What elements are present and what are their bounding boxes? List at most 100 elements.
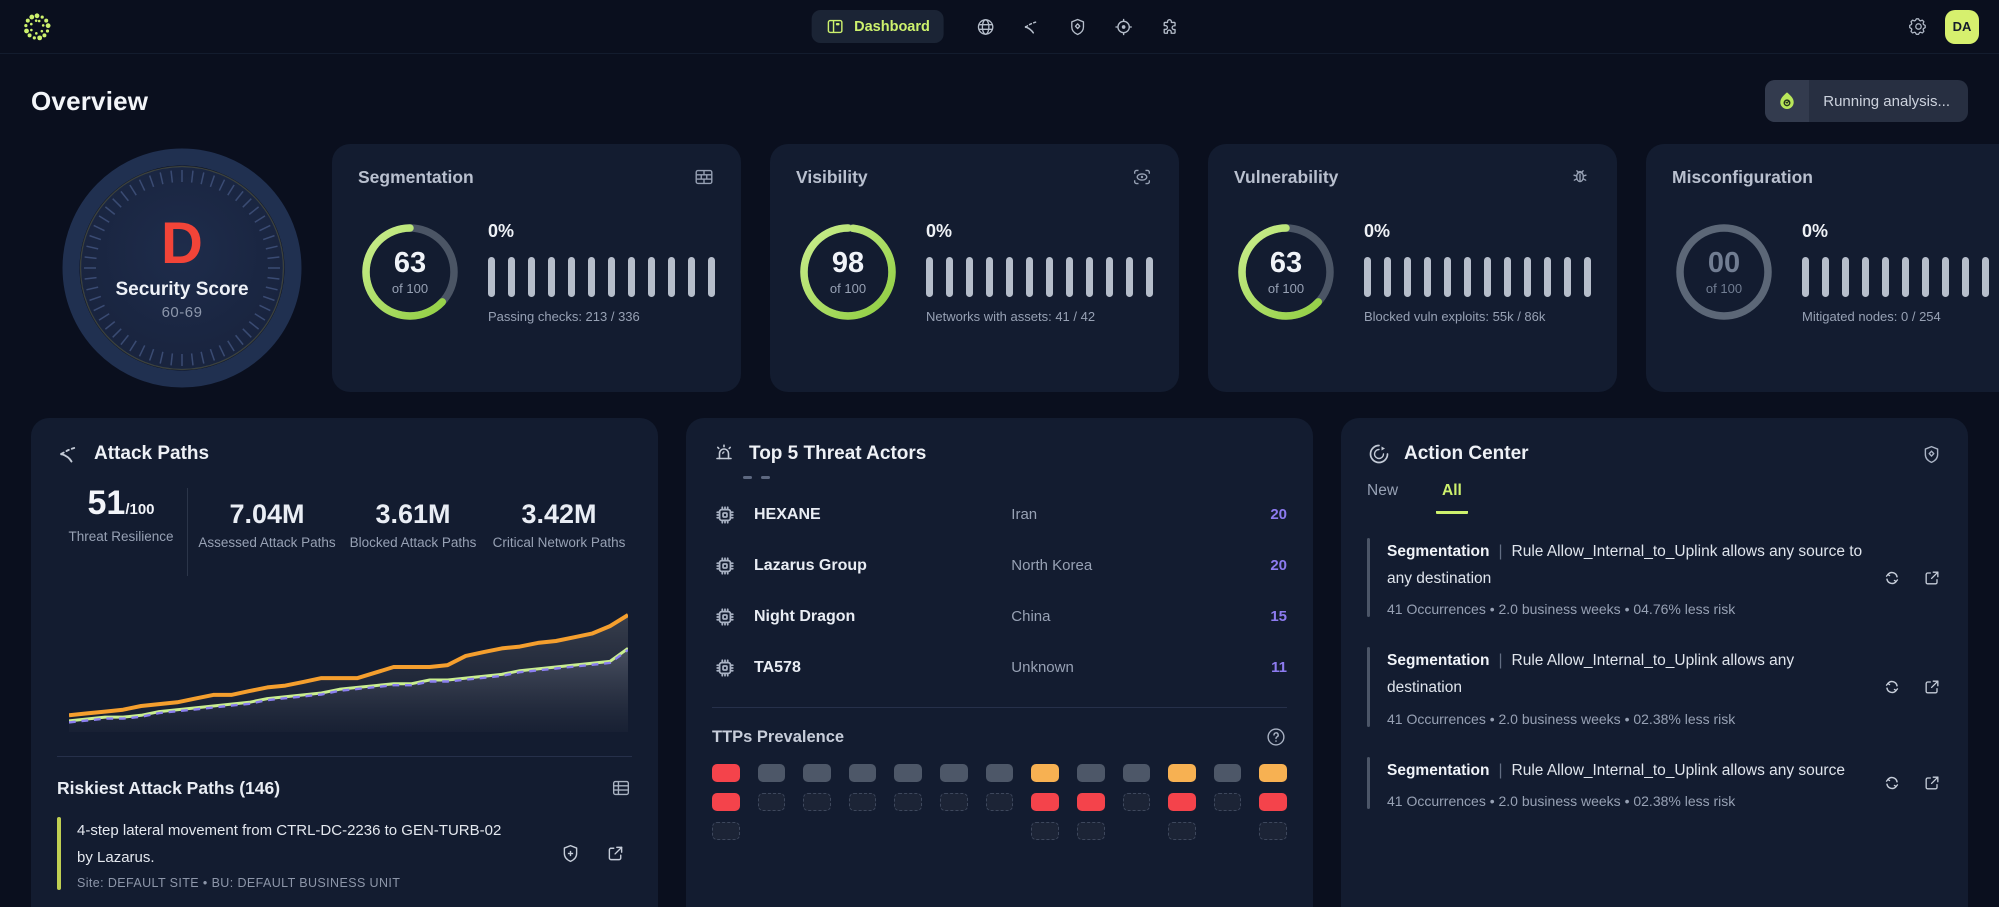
ttp-cell-dashed[interactable]: [758, 793, 786, 811]
action-item[interactable]: Segmentation|Rule Allow_Internal_to_Upli…: [1367, 757, 1942, 809]
sparkline-bar: [588, 257, 595, 297]
action-center-shield-button[interactable]: [1921, 444, 1942, 465]
target-nav-button[interactable]: [1106, 9, 1142, 45]
ttp-cell-orange[interactable]: [1168, 764, 1196, 782]
critical-paths-label: Critical Network Paths: [486, 533, 632, 553]
threat-actors-title: Top 5 Threat Actors: [749, 443, 926, 465]
ttp-cell-gray[interactable]: [1077, 764, 1105, 782]
remediate-button[interactable]: [1882, 773, 1902, 793]
user-avatar[interactable]: DA: [1945, 10, 1979, 44]
action-item-text: Rule Allow_Internal_to_Uplink allows any…: [1512, 762, 1845, 779]
ttp-cell-dashed[interactable]: [1259, 822, 1287, 840]
attack-paths-title: Attack Paths: [94, 443, 209, 465]
sparkline-bar: [1126, 257, 1133, 297]
assessed-paths-stat: 7.04M Assessed Attack Paths: [194, 486, 340, 553]
ttp-cell-gray[interactable]: [986, 764, 1014, 782]
ttp-cell-gray[interactable]: [1214, 764, 1242, 782]
action-center-panel: Action Center New All: [1341, 418, 1968, 907]
action-center-tab[interactable]: New: [1367, 482, 1398, 511]
threat-actor-row[interactable]: TA578 Unknown 11: [712, 642, 1287, 693]
ttp-cell-dashed[interactable]: [1214, 793, 1242, 811]
action-center-icon: [1367, 442, 1391, 466]
table-view-button[interactable]: [610, 777, 632, 799]
score-card[interactable]: Vulnerability: [1208, 144, 1617, 392]
attack-paths-trend-chart: [69, 602, 628, 732]
security-score-gauge[interactable]: D Security Score 60-69: [61, 144, 303, 392]
threat-actor-row[interactable]: Lazarus Group North Korea 20: [712, 540, 1287, 591]
sparkline-bar: [568, 257, 575, 297]
ttp-cell-dashed[interactable]: [940, 793, 968, 811]
action-item[interactable]: Segmentation|Rule Allow_Internal_to_Upli…: [1367, 647, 1942, 726]
ttps-help-button[interactable]: [1265, 726, 1287, 748]
ttp-cell-dashed[interactable]: [1077, 822, 1105, 840]
action-center-tabs: New All: [1367, 482, 1942, 514]
ttp-cell-gray[interactable]: [803, 764, 831, 782]
remediate-button[interactable]: [1882, 677, 1902, 697]
sync-icon: [1882, 568, 1902, 588]
action-item-category: Segmentation: [1387, 652, 1489, 669]
action-item[interactable]: Segmentation|Rule Allow_Internal_to_Upli…: [1367, 538, 1942, 617]
sparkline-bar: [1882, 257, 1889, 297]
ttp-cell-gray[interactable]: [849, 764, 877, 782]
ttp-cell-dashed[interactable]: [803, 793, 831, 811]
ttp-cell-dashed[interactable]: [1168, 822, 1196, 840]
ttp-cell-gray[interactable]: [940, 764, 968, 782]
score-denominator: of 100: [392, 281, 428, 296]
remediate-button[interactable]: [1882, 568, 1902, 588]
ttp-cell-gray[interactable]: [758, 764, 786, 782]
sparkline-bar: [1842, 257, 1849, 297]
shield-icon: [1921, 444, 1942, 465]
ttp-cell-red[interactable]: [1168, 793, 1196, 811]
ttp-cell-gray[interactable]: [894, 764, 922, 782]
riskiest-path-item[interactable]: 4-step lateral movement from CTRL-DC-223…: [57, 817, 632, 890]
nav-dashboard-button[interactable]: Dashboard: [811, 10, 944, 43]
open-action-item-button[interactable]: [1922, 773, 1942, 793]
sparkline-bar: [1802, 257, 1809, 297]
ttp-cell-red[interactable]: [712, 764, 740, 782]
app-logo-icon[interactable]: [20, 10, 54, 44]
attack-paths-stats: 51/100 Threat Resilience 7.04M Assessed …: [57, 486, 632, 576]
ttp-cell-dashed[interactable]: [712, 822, 740, 840]
score-card[interactable]: Visibility: [770, 144, 1179, 392]
ttp-cell-gray[interactable]: [1123, 764, 1151, 782]
sync-icon: [1882, 773, 1902, 793]
score-denominator: of 100: [830, 281, 866, 296]
sparkline-bar: [668, 257, 675, 297]
ttp-cell-orange[interactable]: [1259, 764, 1287, 782]
threat-actor-row[interactable]: Night Dragon China 15: [712, 591, 1287, 642]
threat-resilience-value: 51: [87, 484, 125, 522]
ttp-cell-red[interactable]: [712, 793, 740, 811]
ttp-cell-red[interactable]: [1077, 793, 1105, 811]
globe-nav-button[interactable]: [968, 9, 1004, 45]
ttp-cell-dashed[interactable]: [986, 793, 1014, 811]
attack-paths-nav-button[interactable]: [1014, 9, 1050, 45]
threat-actor-origin: Iran: [1011, 506, 1241, 523]
sparkline-bar: [1922, 257, 1929, 297]
action-center-tab[interactable]: All: [1436, 482, 1468, 514]
open-action-item-button[interactable]: [1922, 568, 1942, 588]
sparkline-bar: [1962, 257, 1969, 297]
score-card[interactable]: Misconfiguration: [1646, 144, 1999, 392]
open-action-item-button[interactable]: [1922, 677, 1942, 697]
shield-nav-button[interactable]: [1060, 9, 1096, 45]
sparkline-bar: [1524, 257, 1531, 297]
action-item-separator: |: [1498, 543, 1502, 560]
score-card[interactable]: Segmentation: [332, 144, 741, 392]
threat-actor-row[interactable]: HEXANE Iran 20: [712, 489, 1287, 540]
ttp-cell-orange[interactable]: [1031, 764, 1059, 782]
ttp-cell-dashed[interactable]: [1031, 822, 1059, 840]
threat-actor-count: 15: [1241, 608, 1287, 625]
mitigate-button[interactable]: [560, 843, 581, 864]
threat-actor-count: 20: [1241, 506, 1287, 523]
threat-actor-name: Night Dragon: [754, 608, 1011, 626]
ttp-cell-dashed[interactable]: [849, 793, 877, 811]
ttp-cell-dashed[interactable]: [894, 793, 922, 811]
open-risk-item-button[interactable]: [605, 843, 626, 864]
settings-button[interactable]: [1908, 16, 1929, 37]
ttp-cell-red[interactable]: [1031, 793, 1059, 811]
integrations-nav-button[interactable]: [1152, 9, 1188, 45]
external-link-icon: [1922, 677, 1942, 697]
ttp-cell-dashed[interactable]: [1123, 793, 1151, 811]
ttp-cell-red[interactable]: [1259, 793, 1287, 811]
panel-divider: [712, 707, 1287, 708]
